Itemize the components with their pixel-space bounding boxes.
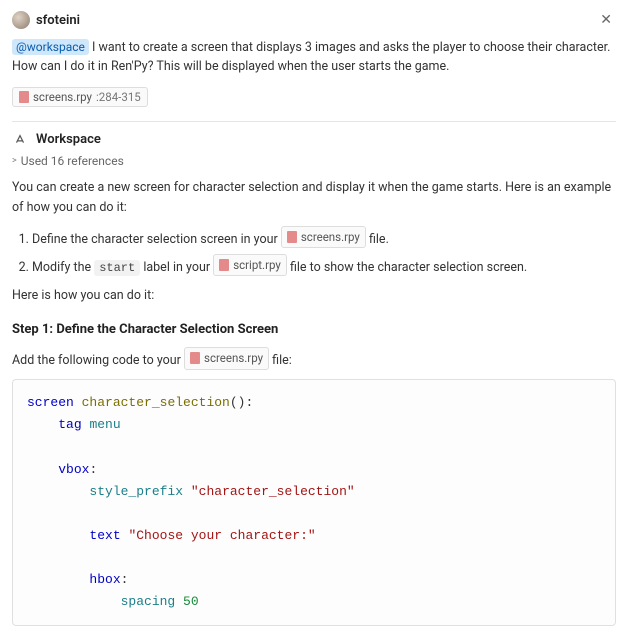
- step-1-heading: Step 1: Define the Character Selection S…: [12, 320, 616, 341]
- workspace-mention[interactable]: @workspace: [12, 39, 89, 55]
- close-icon[interactable]: ✕: [596, 10, 616, 30]
- answer-intro: You can create a new screen for characte…: [12, 178, 616, 218]
- workspace-row: Workspace: [12, 132, 616, 148]
- file-icon: [19, 91, 29, 103]
- assistant-answer: You can create a new screen for characte…: [12, 178, 616, 626]
- step-list-item-1: Define the character selection screen in…: [32, 226, 616, 250]
- file-icon: [287, 231, 297, 243]
- answer-bridge: Here is how you can do it:: [12, 286, 616, 306]
- file-chip-screens-2[interactable]: screens.rpy: [184, 347, 269, 369]
- step-1-intro: Add the following code to your screens.r…: [12, 347, 616, 371]
- user-prompt: @workspace I want to create a screen tha…: [12, 38, 616, 77]
- avatar: [12, 11, 30, 29]
- workspace-label: Workspace: [36, 132, 101, 147]
- prompt-text: I want to create a screen that displays …: [12, 40, 610, 74]
- file-line-range: :284-315: [96, 90, 141, 104]
- workspace-icon: [12, 132, 28, 148]
- username: sfoteini: [36, 13, 80, 28]
- file-chip-screens-1[interactable]: screens.rpy: [281, 226, 366, 248]
- file-reference-chip[interactable]: screens.rpy :284-315: [12, 87, 148, 107]
- references-toggle[interactable]: > Used 16 references: [12, 154, 616, 168]
- file-chip-script[interactable]: script.rpy: [213, 254, 287, 276]
- file-icon: [190, 352, 200, 364]
- user-header: sfoteini ✕: [12, 10, 616, 30]
- references-text: Used 16 references: [21, 154, 124, 168]
- file-name: screens.rpy: [33, 90, 92, 104]
- file-icon: [219, 259, 229, 271]
- inline-code-start: start: [94, 260, 140, 276]
- step-list-item-2: Modify the start label in your script.rp…: [32, 254, 616, 278]
- code-block[interactable]: screen character_selection(): tag menu v…: [12, 379, 616, 626]
- chevron-right-icon: >: [12, 156, 17, 166]
- divider: [12, 121, 616, 122]
